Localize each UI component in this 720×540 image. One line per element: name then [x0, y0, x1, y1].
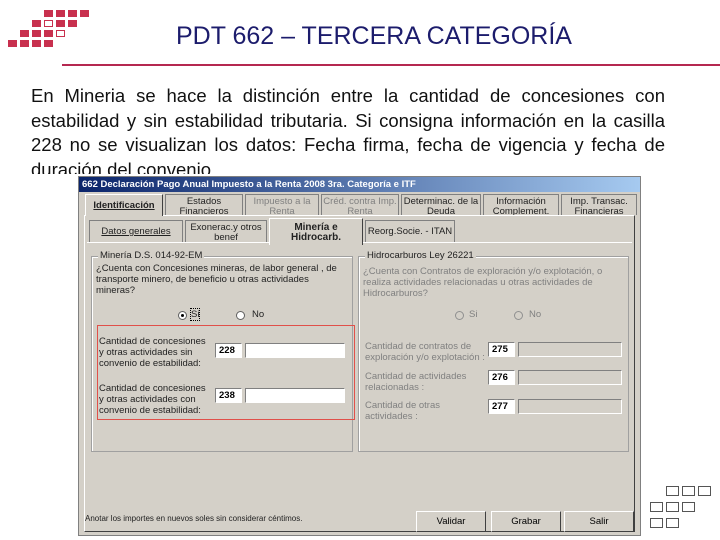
- mineria-radio-si[interactable]: [178, 311, 187, 320]
- tab-identificacion[interactable]: Identificación: [85, 194, 163, 216]
- hidrocarburos-question: ¿Cuenta con Contratos de exploración y/o…: [363, 266, 603, 299]
- box-code-277: 277: [488, 399, 515, 414]
- mineria-radio-no[interactable]: [236, 311, 245, 320]
- grabar-button[interactable]: Grabar: [491, 511, 561, 532]
- subtab-reorganizacion[interactable]: Reorg.Socie. - ITAN: [365, 220, 455, 242]
- mineria-group-title: Minería D.S. 014-92-EM: [98, 250, 205, 261]
- hidrocarburos-radio-no[interactable]: [514, 311, 523, 320]
- tab-impuesto-renta[interactable]: Impuesto a la Renta: [245, 194, 319, 217]
- box-code-228: 228: [215, 343, 242, 358]
- box-code-238: 238: [215, 388, 242, 403]
- input-277[interactable]: [518, 399, 622, 414]
- hidrocarburos-radio-no-label: No: [529, 309, 542, 320]
- title-rule: [62, 64, 720, 66]
- subtab-label-line2: Hidrocarb.: [290, 232, 341, 243]
- hidrocarburos-group-title: Hidrocarburos Ley 26221: [365, 250, 476, 261]
- field-228-label: Cantidad de concesiones y otras activida…: [99, 336, 206, 369]
- field-275-label: Cantidad de contratos de exploración y/o…: [365, 341, 485, 363]
- subtab-exoneracion[interactable]: Exonerac.y otros benef: [185, 220, 267, 243]
- tab-credito-contra-impuesto[interactable]: Créd. contra Imp. Renta: [321, 194, 399, 217]
- slide-body-text: En Mineria se hace la distinción entre l…: [31, 85, 665, 174]
- pdt-window: 662 Declaración Pago Anual Impuesto a la…: [78, 176, 641, 536]
- tab-impuesto-transacciones[interactable]: Imp. Transac. Financieras: [561, 194, 637, 217]
- salir-button[interactable]: Salir: [564, 511, 634, 532]
- footer-note: Anotar los importes en nuevos soles sin …: [85, 514, 303, 523]
- box-code-275: 275: [488, 342, 515, 357]
- hidrocarburos-group: Hidrocarburos Ley 26221 ¿Cuenta con Cont…: [358, 250, 629, 452]
- box-code-276: 276: [488, 370, 515, 385]
- window-title[interactable]: 662 Declaración Pago Anual Impuesto a la…: [79, 177, 640, 192]
- mineria-radio-si-label: Si: [189, 308, 201, 321]
- input-276[interactable]: [518, 370, 622, 385]
- subtab-mineria-hidrocarburos[interactable]: Minería e Hidrocarb.: [269, 218, 363, 245]
- subtab-label: Datos generales: [101, 226, 171, 237]
- slide-title: PDT 662 – TERCERA CATEGORÍA: [176, 22, 572, 50]
- tab-determinacion-deuda[interactable]: Determinac. de la Deuda: [401, 194, 481, 217]
- hidrocarburos-radio-si[interactable]: [455, 311, 464, 320]
- subtab-datos-generales[interactable]: Datos generales: [89, 220, 183, 242]
- subtab-label: Reorg.Socie. - ITAN: [367, 226, 453, 237]
- hidrocarburos-radio-si-label: Si: [469, 309, 478, 320]
- tab-identificacion-label: Identificación: [93, 200, 155, 211]
- validar-button[interactable]: Validar: [416, 511, 486, 532]
- tab-panel: Datos generales Exonerac.y otros benef M…: [84, 215, 635, 532]
- field-277-label: Cantidad de otras actividades :: [365, 400, 440, 422]
- logo-squares: [8, 8, 92, 56]
- input-238[interactable]: [245, 388, 345, 403]
- field-238-label: Cantidad de concesiones y otras activida…: [99, 383, 206, 416]
- tab-estados-financieros[interactable]: Estados Financieros: [165, 194, 243, 217]
- input-228[interactable]: [245, 343, 345, 358]
- tab-informacion-complementaria[interactable]: Información Complement.: [483, 194, 559, 217]
- decor-squares: [648, 484, 718, 534]
- input-275[interactable]: [518, 342, 622, 357]
- mineria-question: ¿Cuenta con Concesiones mineras, de labo…: [96, 263, 337, 296]
- field-276-label: Cantidad de actividades relacionadas :: [365, 371, 467, 393]
- mineria-radio-no-label: No: [252, 309, 265, 320]
